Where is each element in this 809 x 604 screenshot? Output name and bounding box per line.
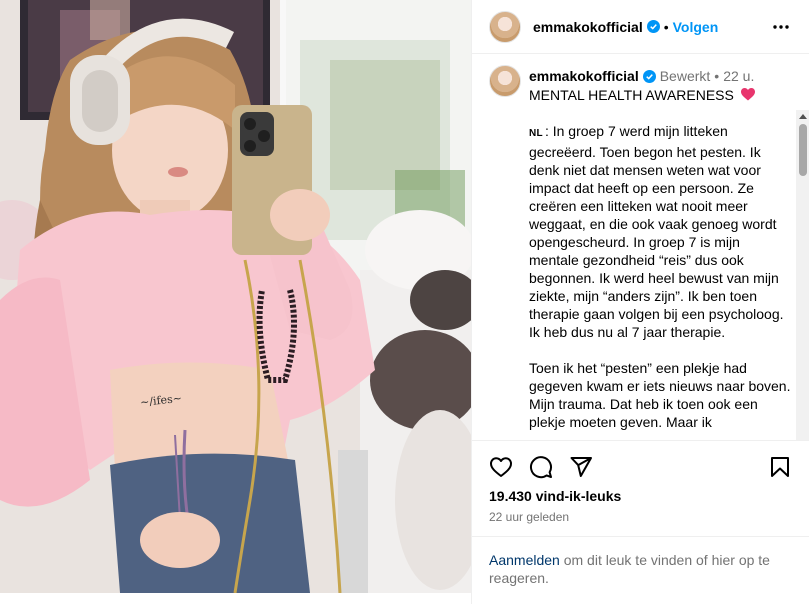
- header-username[interactable]: emmakokofficial: [533, 19, 643, 35]
- caption-paragraph-1: NL: In groep 7 werd mijn litteken gecreë…: [529, 122, 791, 341]
- caption-meta-line: emmakokofficial Bewerkt • 22 u.: [529, 67, 791, 85]
- verified-badge-icon: [642, 69, 656, 83]
- meta-separator: •: [714, 68, 720, 84]
- post-actions: 19.430 vind-ik-leuks 22 uur geleden Aanm…: [472, 440, 809, 604]
- likes-count[interactable]: 19.430 vind-ik-leuks: [489, 488, 621, 504]
- caption-paragraph-2: Toen ik het “pesten” een plekje had gege…: [529, 360, 791, 430]
- mirror-selfie-image: ~/ifes~: [0, 0, 471, 593]
- post-photo[interactable]: ~/ifes~: [0, 0, 471, 593]
- action-icons: [489, 455, 593, 479]
- post-header: emmakokofficial • Volgen: [472, 0, 809, 54]
- caption: emmakokofficial Bewerkt • 22 u. MENTAL H…: [529, 67, 791, 431]
- comment-icon[interactable]: [529, 455, 553, 479]
- caption-scroll-area[interactable]: emmakokofficial Bewerkt • 22 u. MENTAL H…: [472, 55, 809, 440]
- more-options-icon[interactable]: [772, 18, 790, 36]
- verified-badge-icon: [646, 20, 660, 33]
- login-link[interactable]: Aanmelden: [489, 552, 560, 568]
- login-prompt: Aanmelden om dit leuk te vinden of hier …: [472, 536, 809, 604]
- nl-flag-label: NL: [529, 128, 543, 139]
- scroll-up-arrow-icon[interactable]: [799, 114, 807, 119]
- heart-icon[interactable]: [489, 455, 513, 479]
- bookmark-icon[interactable]: [768, 455, 792, 479]
- save-button[interactable]: [768, 455, 792, 479]
- pink-heart-emoji-icon: [740, 88, 755, 101]
- login-prompt-text: Aanmelden om dit leuk te vinden of hier …: [489, 551, 789, 587]
- caption-title-line: MENTAL HEALTH AWARENESS: [529, 86, 791, 104]
- scroll-thumb[interactable]: [799, 124, 807, 176]
- caption-avatar[interactable]: [489, 65, 521, 97]
- post-side-panel: emmakokofficial • Volgen emmakokofficial…: [471, 0, 809, 604]
- photo-bottom-gap: [0, 593, 471, 604]
- share-icon[interactable]: [569, 455, 593, 479]
- header-separator: •: [663, 18, 669, 35]
- caption-paragraph-1-text: : In groep 7 werd mijn litteken gecreëer…: [529, 123, 784, 340]
- caption-scrollbar[interactable]: [796, 110, 809, 440]
- post-time-ago[interactable]: 22 uur geleden: [489, 510, 569, 524]
- post-time-short[interactable]: 22 u.: [723, 67, 754, 85]
- follow-button[interactable]: Volgen: [673, 19, 719, 35]
- caption-avatar-wrap: [489, 65, 521, 97]
- caption-title: MENTAL HEALTH AWARENESS: [529, 87, 734, 103]
- edited-label: Bewerkt: [659, 68, 711, 84]
- caption-username[interactable]: emmakokofficial: [529, 67, 639, 85]
- avatar[interactable]: [489, 10, 521, 43]
